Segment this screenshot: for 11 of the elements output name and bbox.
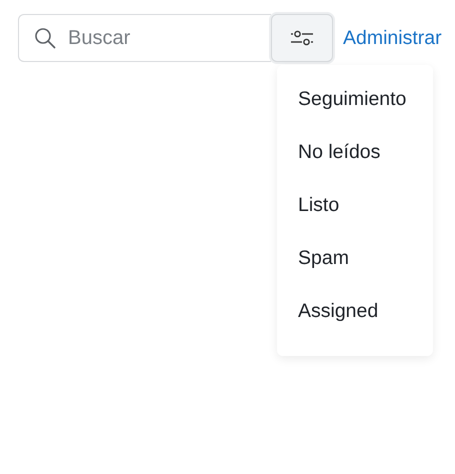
search-icon — [34, 27, 56, 49]
search-input[interactable]: Buscar — [66, 26, 230, 50]
menu-item[interactable]: Listo — [277, 183, 433, 236]
sliders-icon — [290, 28, 314, 48]
manage-link[interactable]: Administrar — [343, 26, 442, 50]
search-field[interactable]: Buscar — [18, 14, 271, 62]
menu-item[interactable]: Assigned — [277, 289, 433, 342]
menu-item[interactable]: Seguimiento — [277, 77, 433, 130]
menu-item[interactable]: Spam — [277, 236, 433, 289]
menu-item[interactable]: No leídos — [277, 130, 433, 183]
filter-button[interactable] — [271, 14, 333, 62]
